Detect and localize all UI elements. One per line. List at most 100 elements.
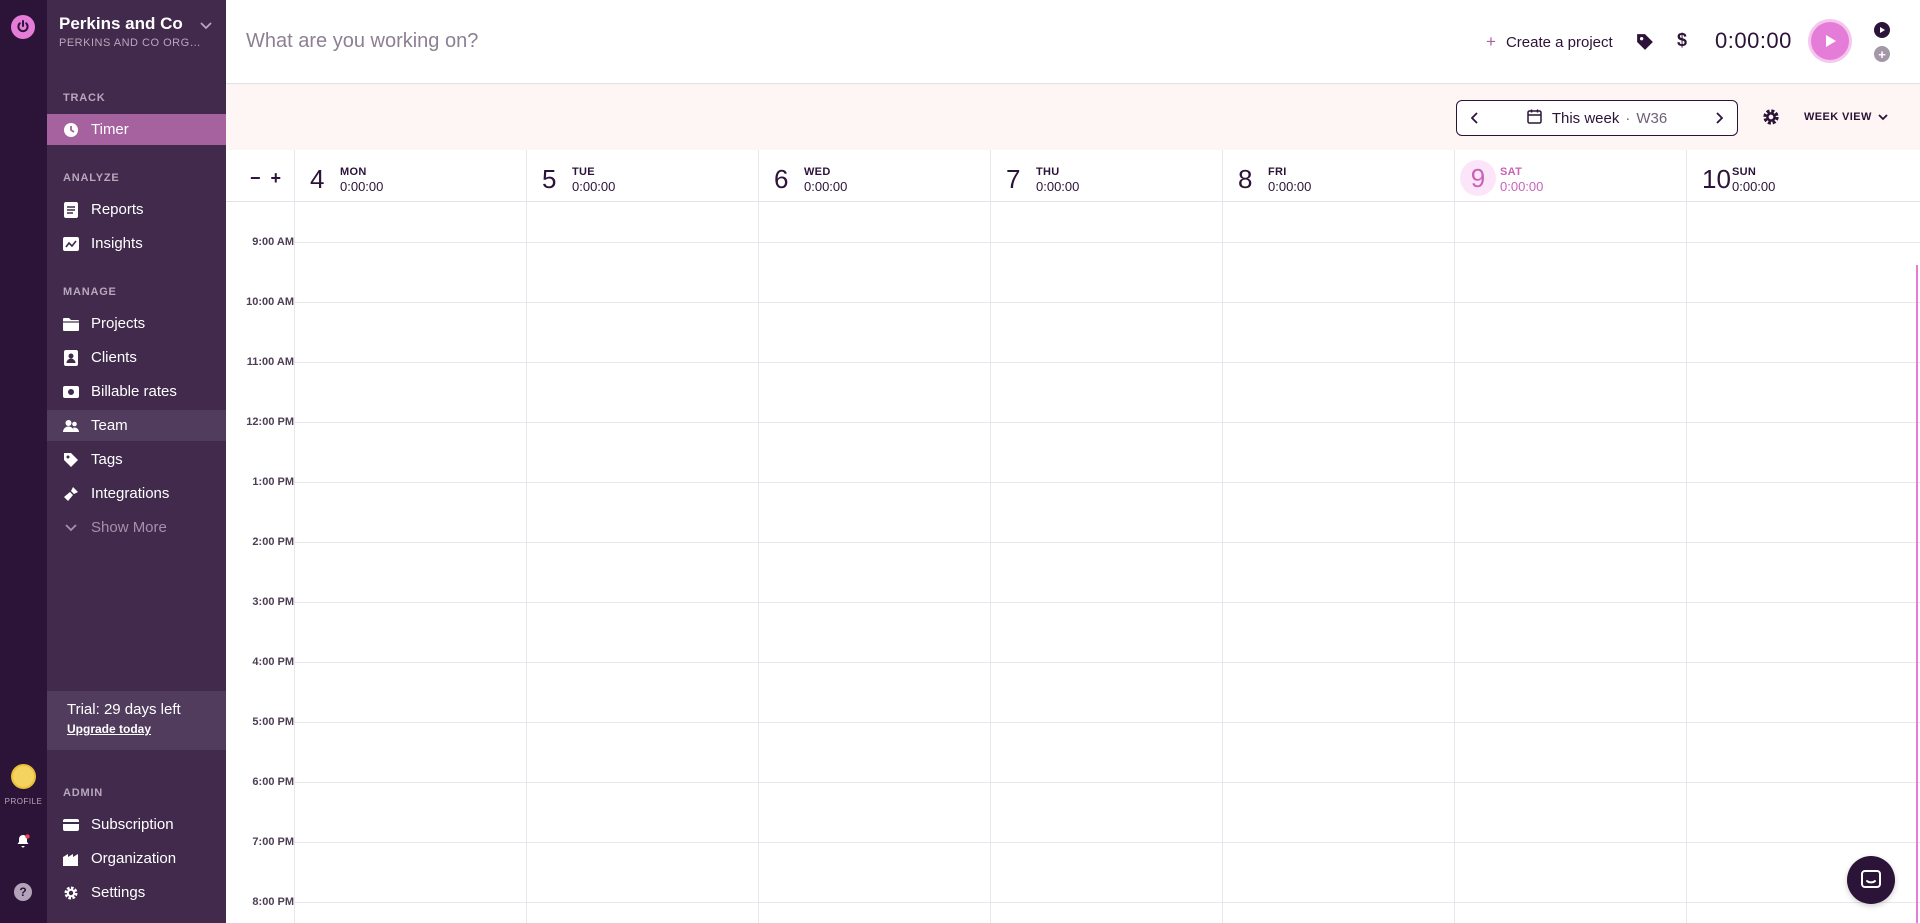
power-icon[interactable]	[11, 15, 35, 39]
hour-label: 1:00 PM	[252, 476, 294, 488]
create-project-label: Create a project	[1505, 33, 1613, 51]
calendar-grid[interactable]: 9:00 AM 10:00 AM 11:00 AM 12:00 PM 1:00 …	[226, 150, 1920, 923]
zoom-controls: − +	[250, 168, 281, 189]
sidebar-item-insights[interactable]: Insights	[47, 228, 226, 259]
description-input[interactable]: What are you working on?	[246, 30, 478, 53]
sidebar-item-label: Subscription	[91, 816, 174, 833]
day-header-wed[interactable]: 6 WED 0:00:00	[758, 150, 990, 202]
day-name: SAT	[1500, 166, 1523, 178]
profile-label: PROFILE	[4, 797, 43, 806]
day-duration: 0:00:00	[1732, 179, 1776, 194]
hour-line	[294, 902, 1920, 903]
sidebar-item-timer[interactable]: Timer	[47, 114, 226, 145]
gear-icon[interactable]	[1762, 108, 1780, 131]
create-project-button[interactable]: + Create a project	[1486, 32, 1613, 52]
chevron-down-icon	[63, 520, 79, 536]
hour-line	[294, 302, 1920, 303]
sidebar-item-tags[interactable]: Tags	[47, 444, 226, 475]
view-label: WEEK VIEW	[1804, 111, 1872, 123]
help-icon[interactable]: ?	[14, 883, 32, 901]
hour-line	[294, 782, 1920, 783]
manual-mode-icon[interactable]: +	[1874, 46, 1890, 62]
day-column-divider	[1222, 150, 1223, 923]
day-header-mon[interactable]: 4 MON 0:00:00	[294, 150, 526, 202]
zoom-in-button[interactable]: +	[271, 168, 282, 189]
timer-mode-icon[interactable]	[1874, 22, 1890, 38]
client-icon	[63, 349, 79, 366]
sidebar-item-label: Show More	[91, 519, 167, 536]
previous-week-button[interactable]	[1457, 112, 1493, 124]
day-duration: 0:00:00	[1500, 179, 1544, 194]
timer-display: 0:00:00	[1715, 28, 1792, 53]
tag-icon[interactable]	[1636, 33, 1654, 56]
sidebar-item-label: Settings	[91, 884, 146, 901]
day-duration: 0:00:00	[572, 179, 616, 194]
hour-line	[294, 662, 1920, 663]
day-header-thu[interactable]: 7 THU 0:00:00	[990, 150, 1222, 202]
sidebar-item-integrations[interactable]: Integrations	[47, 478, 226, 509]
sidebar-item-settings[interactable]: Settings	[47, 877, 226, 908]
hour-label: 10:00 AM	[246, 296, 294, 308]
plug-icon	[63, 486, 79, 502]
next-week-button[interactable]	[1701, 112, 1737, 124]
start-timer-button[interactable]	[1811, 22, 1849, 60]
day-header-fri[interactable]: 8 FRI 0:00:00	[1222, 150, 1454, 202]
hour-line	[294, 422, 1920, 423]
workspace-switcher[interactable]: Perkins and Co PERKINS AND CO ORGANIZATI…	[47, 0, 226, 62]
section-label-track: TRACK	[63, 92, 106, 104]
hour-line	[294, 842, 1920, 843]
zoom-out-button[interactable]: −	[250, 168, 261, 189]
sidebar-item-organization[interactable]: Organization	[47, 843, 226, 874]
gear-icon	[63, 885, 79, 901]
day-header-sat[interactable]: 9 SAT 0:00:00	[1454, 150, 1686, 202]
section-label-admin: ADMIN	[63, 787, 104, 799]
sidebar-item-label: Integrations	[91, 485, 170, 502]
hour-label: 8:00 PM	[252, 896, 294, 908]
money-icon	[63, 384, 79, 400]
day-header-sun[interactable]: 10 SUN 0:00:00	[1686, 150, 1918, 202]
day-name: FRI	[1268, 166, 1287, 178]
card-icon	[63, 817, 79, 833]
sidebar-item-reports[interactable]: Reports	[47, 194, 226, 225]
chevron-down-icon	[1878, 113, 1888, 120]
view-selector[interactable]: WEEK VIEW	[1804, 111, 1888, 123]
chevron-left-icon	[1471, 112, 1478, 124]
avatar[interactable]	[11, 764, 36, 789]
chevron-down-icon	[199, 18, 213, 36]
play-icon	[1826, 35, 1836, 47]
building-icon	[63, 851, 79, 867]
scrollbar[interactable]	[1916, 265, 1918, 923]
report-icon	[63, 201, 79, 218]
day-number: 5	[542, 164, 557, 194]
day-header-tue[interactable]: 5 TUE 0:00:00	[526, 150, 758, 202]
bell-icon[interactable]	[15, 833, 31, 854]
sidebar-item-billable-rates[interactable]: Billable rates	[47, 376, 226, 407]
hour-line	[294, 482, 1920, 483]
sidebar-item-label: Reports	[91, 201, 144, 218]
day-column-divider	[1454, 150, 1455, 923]
section-label-analyze: ANALYZE	[63, 172, 120, 184]
hour-label: 11:00 AM	[246, 356, 294, 368]
hour-label: 7:00 PM	[252, 836, 294, 848]
sidebar-item-subscription[interactable]: Subscription	[47, 809, 226, 840]
day-duration: 0:00:00	[804, 179, 848, 194]
sidebar-item-label: Clients	[91, 349, 137, 366]
day-name: SUN	[1732, 166, 1757, 178]
sidebar-item-show-more[interactable]: Show More	[47, 512, 226, 543]
hour-label: 6:00 PM	[252, 776, 294, 788]
day-name: TUE	[572, 166, 595, 178]
tag-icon	[63, 452, 79, 468]
sidebar-item-projects[interactable]: Projects	[47, 308, 226, 339]
week-picker[interactable]: This week · W36	[1493, 109, 1701, 128]
workspace-name: Perkins and Co	[59, 14, 183, 33]
upgrade-link[interactable]: Upgrade today	[67, 722, 206, 736]
week-separator: ·	[1625, 109, 1631, 127]
sidebar-item-label: Organization	[91, 850, 177, 867]
hour-line	[294, 362, 1920, 363]
sidebar-item-clients[interactable]: Clients	[47, 342, 226, 373]
sidebar-item-label: Insights	[91, 235, 143, 252]
hour-label: 12:00 PM	[246, 416, 294, 428]
billable-toggle[interactable]: $	[1677, 30, 1687, 51]
chat-button[interactable]	[1847, 856, 1895, 904]
sidebar-item-team[interactable]: Team	[47, 410, 226, 441]
